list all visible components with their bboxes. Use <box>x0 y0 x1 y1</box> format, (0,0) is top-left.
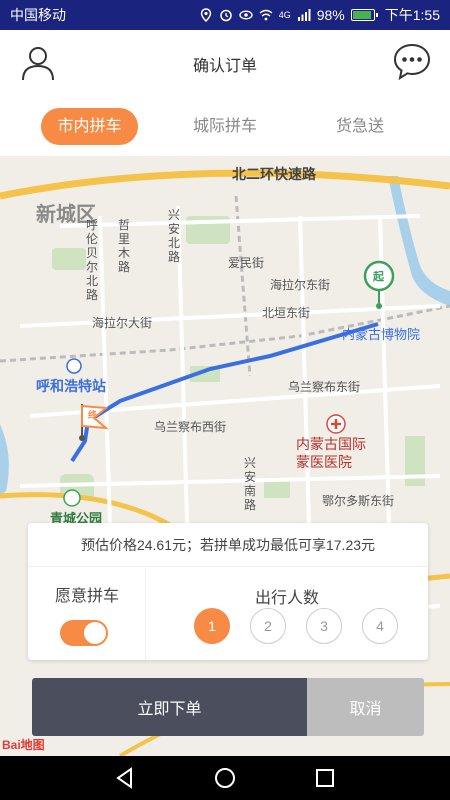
cancel-button[interactable]: 取消 <box>307 678 424 736</box>
map-label-beiyuan: 北垣东街 <box>262 306 311 320</box>
system-nav-bar <box>0 756 450 800</box>
network-type: 4G <box>278 10 291 20</box>
carpool-section: 愿意拼车 <box>28 568 146 660</box>
passenger-option-1[interactable]: 1 <box>194 608 230 644</box>
tab-city-carpool[interactable]: 市内拼车 <box>41 108 138 145</box>
alarm-icon <box>219 8 233 22</box>
map-canvas <box>0 169 450 756</box>
map-label-aimin: 爱民街 <box>228 256 265 270</box>
eye-icon <box>239 8 253 22</box>
header: 确认订单 <box>0 30 450 98</box>
location-icon <box>199 8 213 23</box>
messages-button[interactable] <box>392 42 432 82</box>
map-label-eerduosi: 鄂尔多斯东街 <box>322 494 395 508</box>
price-estimate: 预估价格24.61元；若拼单成功最低可享17.23元 <box>28 523 428 567</box>
status-bar: 中国移动 4G 98% 下午1:55 <box>0 0 450 30</box>
start-marker-label: 起 <box>373 271 384 283</box>
signal-icon <box>297 8 311 22</box>
service-tabs: 市内拼车 城际拼车 货急送 <box>0 98 450 156</box>
map-label-hohhot-station: 呼和浩特站 <box>36 378 106 394</box>
passenger-option-3[interactable]: 3 <box>306 608 342 644</box>
home-circle-icon <box>215 768 235 788</box>
toggle-knob <box>84 622 106 644</box>
carpool-toggle[interactable] <box>60 620 108 646</box>
baidu-map-logo: Bai地图 <box>2 738 45 752</box>
back-button[interactable] <box>113 766 137 790</box>
back-triangle-icon <box>116 767 132 789</box>
passengers-title: 出行人数 <box>254 590 319 607</box>
user-profile-button[interactable] <box>18 42 58 82</box>
passenger-option-4[interactable]: 4 <box>362 608 398 644</box>
map-label-museum: 内蒙古博物院 <box>342 327 421 342</box>
map-label-zhelimu: 哲里木路 <box>118 218 131 274</box>
recent-square-icon <box>316 769 334 787</box>
recent-apps-button[interactable] <box>313 766 337 790</box>
route-map[interactable]: 新城区 北二环快速路 呼伦贝尔北路 哲里木路 兴安北路 爱民街 海拉尔东街 海拉… <box>0 156 450 756</box>
map-label-wulanchabu-west: 乌兰察布西街 <box>154 420 227 434</box>
home-button[interactable] <box>213 766 237 790</box>
carrier-name: 中国移动 <box>10 7 66 23</box>
wifi-icon <box>259 8 273 22</box>
battery-percent: 98% <box>316 7 345 23</box>
passenger-option-2[interactable]: 2 <box>250 608 286 644</box>
map-label-hailaer-east: 海拉尔东街 <box>270 278 331 292</box>
tab-express-delivery[interactable]: 货急送 <box>310 108 410 145</box>
map-label-hailaer-west: 海拉尔大街 <box>92 316 153 330</box>
chat-bubble-icon <box>393 43 431 81</box>
map-label-xingan-north: 兴安北路 <box>168 208 181 264</box>
map-label-wulanchabu-east: 乌兰察布东街 <box>288 380 361 394</box>
place-order-button[interactable]: 立即下单 <box>32 678 307 736</box>
tab-intercity-carpool[interactable]: 城际拼车 <box>175 108 275 145</box>
user-icon <box>22 47 54 81</box>
page-title: 确认订单 <box>192 58 257 75</box>
clock: 下午1:55 <box>384 7 440 23</box>
map-label-hulunbeier: 呼伦贝尔北路 <box>86 218 99 302</box>
battery-icon <box>350 9 378 21</box>
map-label-ring-road: 北二环快速路 <box>232 166 316 182</box>
map-label-hospital: 内蒙古国际蒙医医院 <box>296 436 366 470</box>
map-label-xingan-south: 兴安南路 <box>244 456 257 512</box>
status-icons: 4G 98% 下午1:55 <box>199 5 440 25</box>
carpool-label: 愿意拼车 <box>54 588 119 605</box>
end-marker-label: 终 <box>88 410 98 420</box>
